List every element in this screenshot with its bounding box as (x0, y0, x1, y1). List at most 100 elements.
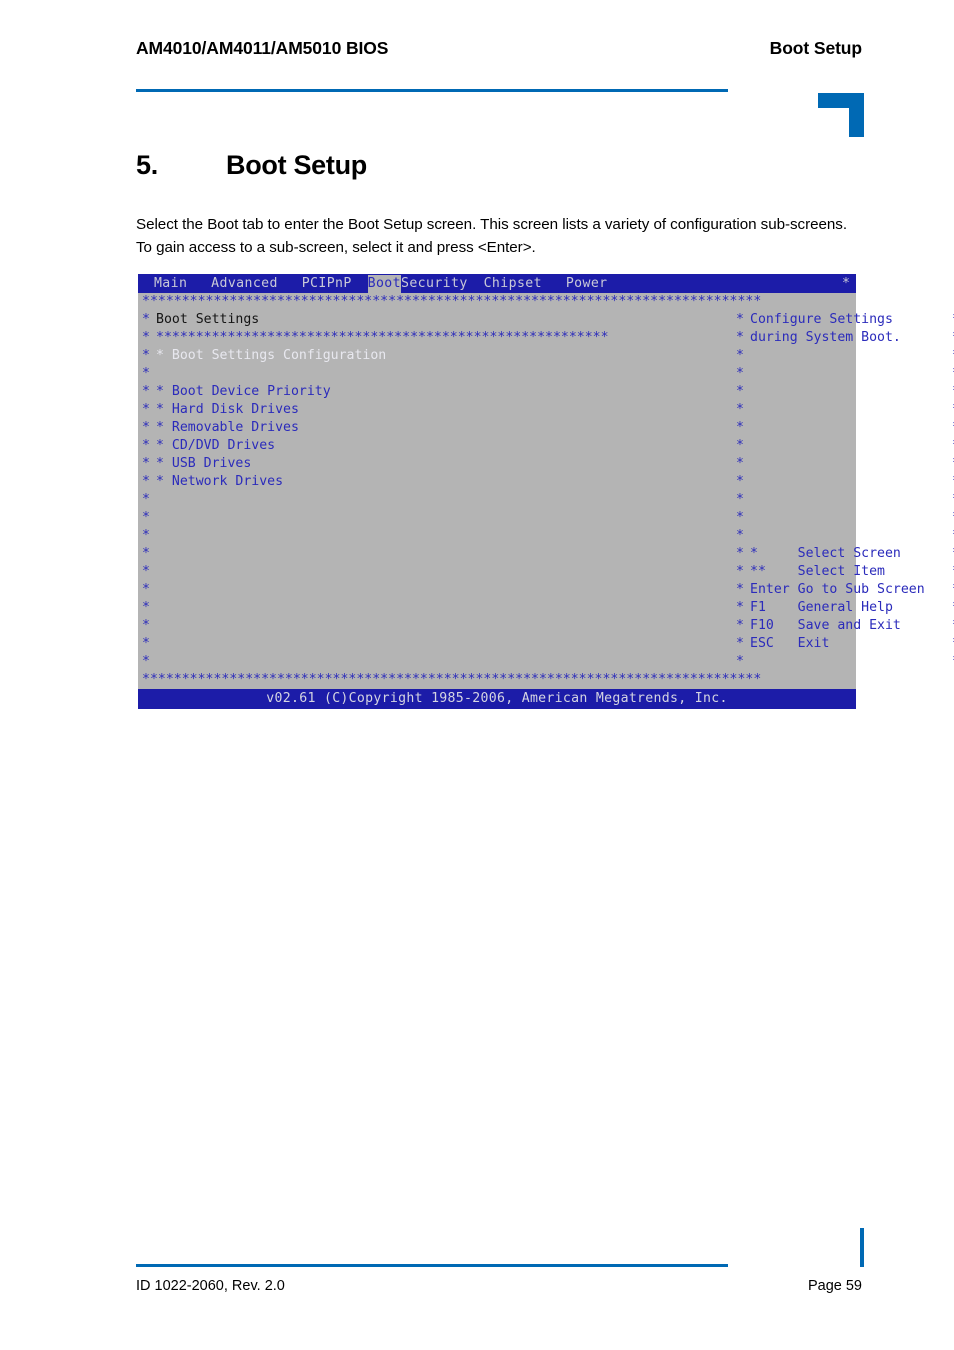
bios-panel-divider-star: * (736, 618, 744, 633)
bios-left-border-star: * (142, 420, 150, 435)
bios-screen-row: * * * (142, 653, 954, 671)
bios-screen-row: ** Boot Device Priority** (142, 383, 954, 401)
page-footer: ID 1022-2060, Rev. 2.0 Page 59 (136, 1278, 862, 1294)
bios-panel-divider-star: * (736, 600, 744, 615)
bios-left-cell (156, 581, 736, 599)
intro-paragraph: Select the Boot tab to enter the Boot Se… (136, 216, 848, 256)
bios-screen-row: * * * Select Screen * (142, 545, 954, 563)
bios-menu-bar: Main Advanced PCIPnP Boot Security Chipse… (138, 274, 856, 293)
bios-right-border-star: * (946, 599, 954, 617)
footer-page-number: Page 59 (807, 1278, 862, 1294)
header-rule (136, 89, 728, 92)
bios-right-border-star: * (946, 581, 954, 599)
bios-panel-divider-star: * (736, 438, 744, 453)
corner-flag-mark (818, 93, 864, 137)
bios-left-border-star: * (142, 384, 150, 399)
bios-right-cell (750, 473, 946, 491)
bios-left-cell (156, 617, 736, 635)
bios-panel-divider-star: * (736, 528, 744, 543)
bios-left-border-star: * (142, 366, 150, 381)
bios-left-border-star: * (142, 582, 150, 597)
bios-menu-item-usb-drives[interactable]: * USB Drives (156, 455, 736, 473)
bios-panel-divider-star: * (736, 402, 744, 417)
bios-right-border-star: * (946, 329, 954, 347)
menu-tab-power[interactable]: Power (566, 275, 608, 293)
corner-flag-vertical-bar (849, 93, 864, 137)
bios-right-cell (750, 491, 946, 509)
bios-right-cell (750, 383, 946, 401)
menu-tab-chipset[interactable]: Chipset (484, 275, 542, 293)
bios-panel-divider-star: * (736, 636, 744, 651)
bios-menu-item-cd-dvd-drives[interactable]: * CD/DVD Drives (156, 437, 736, 455)
menu-tab-gap (352, 275, 368, 293)
bios-panel-divider-star: * (736, 582, 744, 597)
menu-tab-security[interactable]: Security (401, 275, 468, 293)
bios-left-cell (156, 491, 736, 509)
footer-document-id: ID 1022-2060, Rev. 2.0 (136, 1278, 285, 1294)
menu-tab-pcipnp[interactable]: PCIPnP (302, 275, 352, 293)
bios-content-area: * Boot Settings * Configure Settings * ******… (138, 311, 954, 671)
bios-setup-screen: Main Advanced PCIPnP Boot Security Chipse… (138, 274, 954, 709)
bios-panel-divider-star: * (736, 456, 744, 471)
bios-panel-divider-star: * (736, 492, 744, 507)
menu-tab-gap (542, 275, 566, 293)
bios-right-border-star: * (946, 347, 954, 365)
bios-left-border-star: * (142, 636, 150, 651)
bios-menu-item-network-drives[interactable]: * Network Drives (156, 473, 736, 491)
bios-legend-select-screen: * Select Screen (750, 546, 901, 561)
menu-tab-gap (278, 275, 302, 293)
bios-left-border-star: * (142, 438, 150, 453)
bios-right-border-star: * (946, 311, 954, 329)
bios-panel-divider-star: * (736, 384, 744, 399)
page-title: 5. Boot Setup (136, 150, 367, 181)
bios-right-cell (750, 437, 946, 455)
bios-legend-select-item: ** Select Item (750, 564, 885, 579)
bios-help-line: Configure Settings (750, 312, 893, 327)
bios-left-border-star: * (142, 312, 150, 327)
bios-panel-divider-star: * (736, 330, 744, 345)
bios-right-border-star: * (946, 653, 954, 671)
bios-screen-row: * * * (142, 365, 954, 383)
bios-legend-go-to-sub-screen: Enter Go to Sub Screen (750, 582, 925, 597)
bios-screen-row: * * * (142, 527, 954, 545)
bios-panel-divider-star: * (736, 366, 744, 381)
bios-right-cell (750, 455, 946, 473)
bios-menu-item-boot-settings-configuration[interactable]: * Boot Settings Configuration (156, 347, 736, 365)
menu-tab-gap (187, 275, 211, 293)
bios-menu-item-boot-device-priority[interactable]: * Boot Device Priority (156, 383, 736, 401)
bios-screen-row: ** USB Drives** (142, 455, 954, 473)
bios-left-cell (156, 635, 736, 653)
section-number: 5. (136, 150, 158, 180)
bios-left-border-star: * (142, 510, 150, 525)
menu-tab-boot[interactable]: Boot (367, 274, 401, 293)
bios-screen-row: ** Network Drives** (142, 473, 954, 491)
bios-legend-general-help: F1 General Help (750, 600, 893, 615)
section-title-text: Boot Setup (226, 150, 367, 180)
bios-right-border-star: * (946, 455, 954, 473)
bios-left-border-star: * (142, 654, 150, 669)
bios-screen-row: ** Hard Disk Drives** (142, 401, 954, 419)
menu-tab-main[interactable]: Main (154, 275, 187, 293)
bios-right-border-star: * (946, 401, 954, 419)
bios-screen-row: ** Removable Drives** (142, 419, 954, 437)
bios-screen-row: ** Boot Settings Configuration** (142, 347, 954, 365)
bios-left-border-star: * (142, 564, 150, 579)
bios-panel-divider-star: * (736, 546, 744, 561)
bios-right-border-star: * (946, 563, 954, 581)
menu-tab-advanced[interactable]: Advanced (211, 275, 278, 293)
bios-menu-item-hard-disk-drives[interactable]: * Hard Disk Drives (156, 401, 736, 419)
bios-left-border-star: * (142, 402, 150, 417)
bios-right-cell (750, 653, 946, 671)
menu-tab-gap (468, 275, 484, 293)
bios-menu-item-removable-drives[interactable]: * Removable Drives (156, 419, 736, 437)
bios-right-border-star: * (946, 545, 954, 563)
bios-left-cell (156, 599, 736, 617)
bios-right-cell (750, 419, 946, 437)
bios-right-border-star: * (946, 509, 954, 527)
bios-panel-divider-star: * (736, 564, 744, 579)
bios-left-border-star: * (142, 456, 150, 471)
header-right-title: Boot Setup (769, 38, 862, 58)
bios-left-cell (156, 527, 736, 545)
bios-screen-row: ** CD/DVD Drives** (142, 437, 954, 455)
bios-left-cell (156, 563, 736, 581)
